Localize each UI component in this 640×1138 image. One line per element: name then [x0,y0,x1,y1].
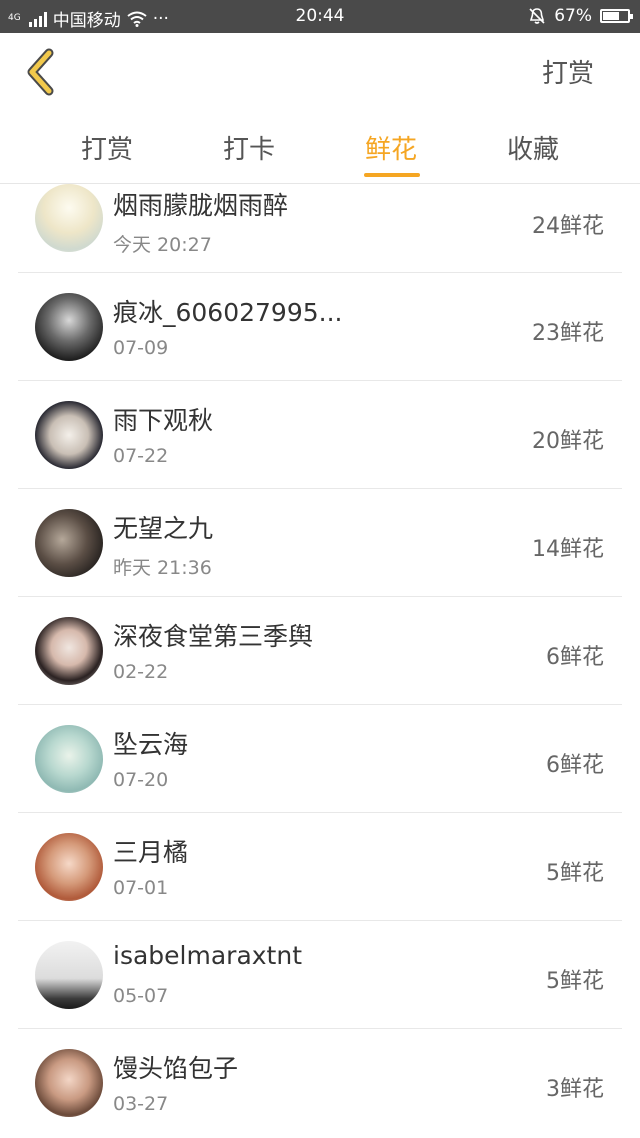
tab-label: 打赏 [80,135,133,165]
user-name: 馒头馅包子 [113,1054,239,1083]
flower-count: 5鲜花 [546,969,604,994]
flower-count: 14鲜花 [532,537,604,562]
list-item[interactable]: 烟雨朦胧烟雨醉 今天 20:27 24鲜花 [18,184,622,273]
user-name: 深夜食堂第三季舆 [113,622,314,651]
user-name: 三月橘 [113,838,189,867]
avatar [35,725,103,793]
wifi-icon [127,11,147,27]
signal-icon [28,11,47,27]
status-right: 67% [528,6,633,26]
time-label: 03-27 [113,1093,169,1115]
status-bar: 4G 中国移动 ··· 20:44 67% [0,0,640,33]
avatar [35,617,103,685]
list-item[interactable]: 坠云海 07-20 6鲜花 [18,705,622,813]
user-name: 痕冰_606027995... [113,298,343,327]
user-name: 雨下观秋 [113,406,214,435]
list-item[interactable]: 深夜食堂第三季舆 02-22 6鲜花 [18,597,622,705]
reward-button[interactable]: 打赏 [542,53,594,90]
avatar [35,833,103,901]
time-label: 07-22 [113,445,169,467]
avatar [35,401,103,469]
more-dots: ··· [152,8,169,29]
avatar [35,509,103,577]
tab-flowers[interactable]: 鲜花 [331,129,451,177]
tab-favorites[interactable]: 收藏 [473,129,593,166]
tab-bar: 打赏 打卡 鲜花 收藏 [0,113,640,184]
chevron-left-icon [27,48,54,96]
battery-percent: 67% [554,6,592,26]
tab-label: 打卡 [222,135,275,165]
avatar [35,293,103,361]
flower-ranking-list: 烟雨朦胧烟雨醉 今天 20:27 24鲜花 痕冰_606027995... 07… [18,184,622,1138]
status-left: 4G 中国移动 ··· [8,6,169,32]
nav-bar: 打赏 [0,33,640,113]
list-item[interactable]: isabelmaraxtnt 05-07 5鲜花 [18,921,622,1029]
user-name: 坠云海 [113,730,189,759]
flower-count: 24鲜花 [532,214,604,239]
list-item[interactable]: 馒头馅包子 03-27 3鲜花 [18,1029,622,1137]
flower-count: 6鲜花 [546,645,604,670]
list-item[interactable]: 痕冰_606027995... 07-09 23鲜花 [18,273,622,381]
active-tab-indicator [364,173,420,177]
carrier-label: 中国移动 [52,11,121,31]
network-type-label: 4G [8,13,21,23]
list-item[interactable]: 三月橘 07-01 5鲜花 [18,813,622,921]
avatar [35,941,103,1009]
battery-icon [600,9,633,23]
tab-checkin[interactable]: 打卡 [189,129,309,166]
flower-count: 6鲜花 [546,753,604,778]
back-button[interactable] [22,47,62,97]
list-item[interactable]: 无望之九 昨天 21:36 14鲜花 [18,489,622,597]
time-label: 昨天 21:36 [113,557,212,579]
flower-count: 23鲜花 [532,321,604,346]
time-label: 07-09 [113,337,169,359]
flower-count: 3鲜花 [546,1077,604,1102]
time-label: 07-20 [113,769,169,791]
mute-bell-icon [529,8,545,24]
tab-label: 收藏 [506,135,559,165]
user-name: isabelmaraxtnt [113,941,303,970]
avatar [35,184,103,252]
time-label: 今天 20:27 [113,234,212,256]
avatar [35,1049,103,1117]
flower-count: 20鲜花 [532,429,604,454]
user-name: 无望之九 [113,514,214,543]
time-label: 05-07 [113,985,169,1007]
time-label: 07-01 [113,877,169,899]
tab-label: 鲜花 [364,135,417,165]
flower-count: 5鲜花 [546,861,604,886]
time-label: 02-22 [113,661,169,683]
user-name: 烟雨朦胧烟雨醉 [113,191,289,220]
tab-reward[interactable]: 打赏 [47,129,167,166]
list-item[interactable]: 雨下观秋 07-22 20鲜花 [18,381,622,489]
network-type-icon: 4G [8,14,21,23]
